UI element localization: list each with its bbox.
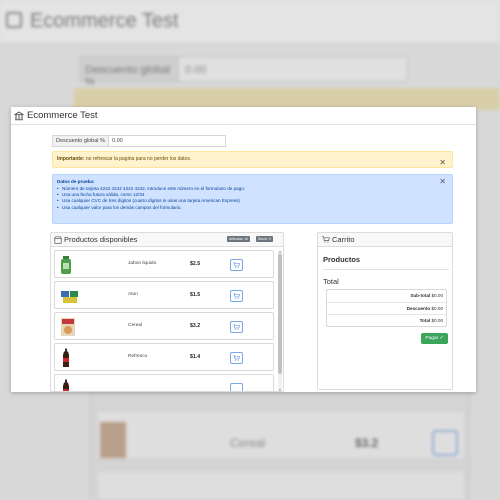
store-icon bbox=[54, 235, 62, 244]
cart-icon bbox=[233, 324, 240, 330]
discount-row: Descuento $0.00 bbox=[327, 303, 446, 315]
product-price: $2.5 bbox=[190, 261, 201, 267]
cart-icon bbox=[233, 262, 240, 268]
total-value: $0.00 bbox=[431, 318, 444, 323]
discount-row-label: Descuento bbox=[406, 305, 431, 311]
info-list: Número de tarjeta 4242 4242 4242 4242, i… bbox=[57, 186, 448, 212]
cart-total-title: Total bbox=[323, 277, 339, 286]
warning-text: no refrescar la pagina para no perder lo… bbox=[84, 156, 192, 162]
discount-input[interactable]: 0.00 bbox=[109, 135, 226, 147]
background-item bbox=[96, 410, 466, 460]
cart-products-title: Productos bbox=[323, 255, 361, 264]
info-title: Datos de prueba: bbox=[57, 179, 95, 184]
products-panel: Productos disponibles Articulos: 10 Stoc… bbox=[50, 232, 284, 392]
add-to-cart-button[interactable] bbox=[230, 383, 243, 391]
product-item: Jabon liquido $2.5 bbox=[54, 250, 274, 278]
pay-label: Pagar bbox=[425, 336, 439, 341]
add-to-cart-button[interactable] bbox=[230, 321, 243, 333]
navbar: Ecommerce Test bbox=[11, 107, 476, 125]
subtotal-value: $0.00 bbox=[431, 293, 444, 298]
product-image bbox=[61, 291, 78, 303]
bank-icon bbox=[14, 111, 24, 120]
background-item bbox=[96, 470, 466, 500]
app-title: Ecommerce Test bbox=[27, 110, 98, 121]
check-icon: ✓ bbox=[439, 336, 444, 341]
background-cereal-image bbox=[100, 422, 126, 458]
cart-icon bbox=[322, 236, 330, 243]
subtotal-row: Sub-total $0.00 bbox=[327, 290, 446, 303]
products-title: Productos disponibles bbox=[64, 235, 138, 244]
app-window: Ecommerce Test Descuento global % 0.00 I… bbox=[11, 107, 476, 392]
scrollbar[interactable]: ▲ ▼ bbox=[278, 250, 282, 391]
product-name: Atun bbox=[128, 292, 138, 297]
product-price: $1.4 bbox=[190, 354, 201, 360]
discount-group: Descuento global % 0.00 bbox=[52, 135, 226, 147]
product-name: Jabon liquido bbox=[128, 261, 157, 266]
add-to-cart-button[interactable] bbox=[230, 352, 243, 364]
cart-header: Carrito bbox=[318, 233, 452, 247]
scrollbar-thumb[interactable] bbox=[278, 254, 282, 374]
background-title: Ecommerce Test bbox=[30, 10, 179, 32]
discount-row-value: $0.00 bbox=[431, 305, 444, 311]
scroll-down-icon[interactable]: ▼ bbox=[278, 388, 282, 391]
close-icon[interactable]: ✕ bbox=[439, 155, 446, 170]
product-name: Refresco bbox=[128, 354, 148, 359]
info-alert: Datos de prueba: Número de tarjeta 4242 … bbox=[52, 174, 453, 224]
articles-badge: Articulos: 10 bbox=[227, 236, 251, 242]
product-item: Atun $1.5 bbox=[54, 281, 274, 309]
totals-table: Sub-total $0.00 Descuento $0.00 Total $0… bbox=[326, 289, 447, 327]
warning-strong: Importante: bbox=[57, 156, 85, 162]
product-image bbox=[63, 379, 69, 391]
product-item bbox=[54, 374, 274, 391]
cart-icon bbox=[233, 293, 240, 299]
info-item: Usa cualquier valor para los demás campo… bbox=[57, 205, 448, 212]
cart-title: Carrito bbox=[332, 235, 355, 244]
pay-button[interactable]: Pagar ✓ bbox=[421, 333, 448, 344]
product-price: $1.5 bbox=[190, 292, 201, 298]
product-item: Cereal $3.2 bbox=[54, 312, 274, 340]
background-item-name: Cereal bbox=[230, 436, 266, 450]
background-header: Ecommerce Test bbox=[0, 0, 500, 44]
product-item: Refresco $1.4 bbox=[54, 343, 274, 371]
product-name: Cereal bbox=[128, 323, 143, 328]
background-discount-input: 0.00 bbox=[178, 56, 408, 82]
product-image bbox=[61, 256, 71, 274]
product-image bbox=[61, 318, 75, 336]
warning-alert: Importante: no refrescar la pagina para … bbox=[52, 151, 453, 168]
close-icon[interactable]: ✕ bbox=[439, 177, 446, 186]
product-price: $3.2 bbox=[190, 323, 201, 329]
subtotal-label: Sub-total bbox=[410, 293, 431, 298]
stock-badge: Stock: 0 bbox=[256, 236, 273, 242]
discount-label: Descuento global % bbox=[52, 135, 109, 147]
divider bbox=[323, 269, 449, 270]
cart-panel: Carrito Productos Total Sub-total $0.00 … bbox=[317, 232, 453, 390]
add-to-cart-button[interactable] bbox=[230, 259, 243, 271]
product-image bbox=[63, 348, 69, 367]
cart-icon bbox=[233, 355, 240, 361]
bank-icon bbox=[6, 12, 22, 28]
products-header: Productos disponibles Articulos: 10 Stoc… bbox=[51, 233, 283, 247]
total-row: Total $0.00 bbox=[327, 315, 446, 328]
background-item-price: $3.2 bbox=[355, 436, 379, 450]
background-discount-label: Descuento global % bbox=[80, 56, 180, 88]
add-to-cart-button[interactable] bbox=[230, 290, 243, 302]
total-label: Total bbox=[419, 318, 431, 323]
background-cart-button bbox=[432, 430, 458, 456]
product-list: Jabon liquido $2.5 Atun $1.5 Cereal $3.2… bbox=[54, 250, 276, 391]
